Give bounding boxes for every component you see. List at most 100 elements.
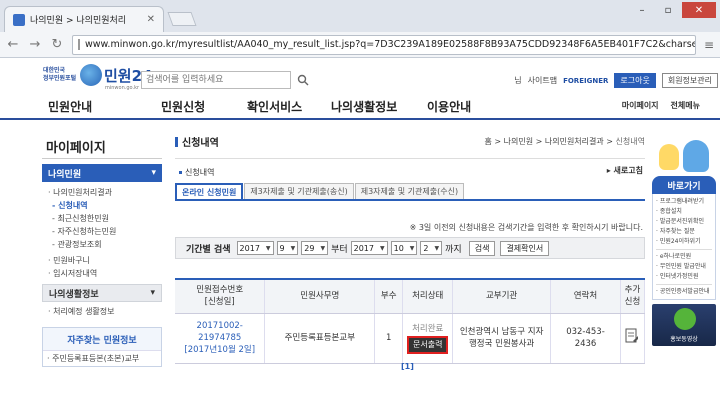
search-icon <box>297 74 309 86</box>
gnb-item-lifeinfo[interactable]: 나의생활정보 <box>331 98 397 115</box>
title-divider <box>175 158 645 159</box>
quick-item[interactable]: · 무인민원 발급안내 <box>656 262 712 272</box>
from-month-select[interactable]: 9 ▼ <box>276 241 299 255</box>
header-links: 님 사이트맵 FOREIGNER 로그아웃 회원정보관리 <box>514 73 718 88</box>
right-quick-menu: 바로가기 · 프로그램내려받기 · 종합설치 · 발급문서진위확인 · 자주찾는… <box>652 138 716 346</box>
quick-item[interactable]: · e하나로민원 <box>656 252 712 262</box>
sidebar-title: 마이페이지 <box>42 131 162 159</box>
from-day-select[interactable]: 29 ▼ <box>301 241 329 255</box>
new-tab-button[interactable] <box>167 12 197 26</box>
mascot-image <box>655 138 713 176</box>
sidebar-sub-results[interactable]: · 나의민원처리결과 <box>48 186 162 199</box>
breadcrumb-my[interactable]: 나의민원 <box>504 137 533 146</box>
cell-number[interactable]: 20171002- 21974785 [2017년10월 2일] <box>175 313 266 364</box>
pagination-page-1[interactable]: [1] <box>401 362 414 371</box>
to-month-select[interactable]: 10 ▼ <box>390 241 418 255</box>
sidebar-sub-tour[interactable]: - 관광정보조회 <box>48 238 162 251</box>
minimize-icon[interactable]: – <box>630 2 654 18</box>
cell-extra[interactable] <box>620 313 646 364</box>
logout-button[interactable]: 로그아웃 <box>614 73 656 88</box>
from-year-select[interactable]: 2017 ▼ <box>236 241 274 255</box>
sidebar-item-lifeinfo[interactable]: 나의생활정보 ▾ <box>42 284 162 302</box>
frequent-info-box: 자주찾는 민원정보 · 주민등록표등본(초본)교부 <box>42 327 162 367</box>
tab-list: 온라인 신청민원 제3자제출 및 기관제출(송신) 제3자제출 및 기관제출(수… <box>175 183 465 199</box>
sidebar-item-label: 나의민원 <box>48 169 82 180</box>
col-header-count: 부수 <box>374 278 404 314</box>
gnb-item-guide[interactable]: 민원안내 <box>48 98 92 115</box>
maximize-icon[interactable]: ▫ <box>656 2 680 18</box>
window-controls: – ▫ ✕ <box>630 2 716 18</box>
col-header-name: 민원사무명 <box>264 278 376 314</box>
breadcrumb-home[interactable]: 홈 <box>484 137 491 146</box>
sidebar-sub-history[interactable]: - 신청내역 <box>48 199 162 212</box>
to-year-select[interactable]: 2017 ▼ <box>350 241 388 255</box>
sidebar-sub-temp[interactable]: · 임시저장내역 <box>48 267 162 280</box>
sitemap-link[interactable]: 사이트맵 <box>528 75 557 86</box>
mascot-left <box>659 144 679 170</box>
sidebar-sub-frequent[interactable]: - 자주신청하는민원 <box>48 225 162 238</box>
tab-close-icon[interactable]: ✕ <box>147 14 155 25</box>
back-arrow-icon[interactable]: ← <box>6 37 20 52</box>
cell-contact: 032-453- 2436 <box>550 313 621 364</box>
to-day-select[interactable]: 2 ▼ <box>420 241 443 255</box>
section-title: 신청내역 <box>179 167 214 178</box>
cell-status: 처리완료 문서출력 <box>402 313 454 364</box>
payment-confirm-button[interactable]: 결제확인서 <box>500 240 550 256</box>
gnb-utility: 마이페이지 전체메뉴 <box>622 100 700 111</box>
site-search-button[interactable] <box>293 71 313 89</box>
chevron-down-icon: ▼ <box>434 244 440 252</box>
gnb-item-apply[interactable]: 민원신청 <box>161 98 205 115</box>
breadcrumb-results[interactable]: 나의민원처리결과 <box>545 137 604 146</box>
sidebar-item-my-minwon[interactable]: 나의민원 ▾ <box>42 164 162 182</box>
search-button[interactable]: 검색 <box>468 240 496 256</box>
title-bar-icon <box>175 136 178 147</box>
sidebar-sub-basket[interactable]: · 민원바구니 <box>48 254 162 267</box>
gnb-item-help[interactable]: 이용안내 <box>427 98 471 115</box>
tab-sent[interactable]: 제3자제출 및 기관제출(송신) <box>244 183 354 199</box>
promo-mascot-icon <box>674 308 696 330</box>
mypage-link[interactable]: 마이페이지 <box>622 100 659 111</box>
member-info-button[interactable]: 회원정보관리 <box>661 73 718 88</box>
gnb-item-confirm[interactable]: 확인서비스 <box>247 98 302 115</box>
reload-icon[interactable]: ↻ <box>50 37 64 52</box>
section-title-text: 신청내역 <box>185 168 215 177</box>
cell-count: 1 <box>374 313 404 364</box>
mascot-right <box>683 140 709 172</box>
site-search-input[interactable] <box>141 71 291 89</box>
tab-received[interactable]: 제3자제출 및 기관제출(수신) <box>354 183 465 199</box>
promo-video-banner[interactable]: 홍보동영상 <box>652 304 716 346</box>
global-navigation: 민원안내 민원신청 확인서비스 나의생활정보 이용안내 마이페이지 전체메뉴 <box>0 94 720 120</box>
frequent-info-item[interactable]: · 주민등록표등본(초본)교부 <box>43 350 161 366</box>
status-text: 처리완료 <box>412 323 444 334</box>
forward-arrow-icon[interactable]: → <box>28 37 42 52</box>
refresh-link[interactable]: ▸ 새로고침 <box>607 165 643 176</box>
all-menu-link[interactable]: 전체메뉴 <box>671 100 700 111</box>
browser-tabbar: 나의민원 > 나의민원처리 ✕ – ▫ ✕ <box>0 0 720 34</box>
filter-label: 기간별 검색 <box>186 244 231 255</box>
address-bar[interactable]: www.minwon.go.kr/myresultlist/AA040_my_r… <box>72 34 696 55</box>
quick-item[interactable]: · 자주찾는 질문 <box>656 227 712 237</box>
document-edit-icon[interactable] <box>625 328 639 344</box>
sidebar-sub-schedule[interactable]: · 처리예정 생활정보 <box>42 302 162 317</box>
application-number-link[interactable]: 20171002- 21974785 [2017년10월 2일] <box>184 321 255 355</box>
browser-menu-icon[interactable]: ≡ <box>704 38 714 52</box>
sidebar-item-label: 나의생활정보 <box>49 289 99 300</box>
col-header-status: 처리상태 <box>402 278 454 314</box>
left-sidebar: 마이페이지 나의민원 ▾ · 나의민원처리결과 - 신청내역 - 최근신청한민원… <box>42 131 162 367</box>
tab-online[interactable]: 온라인 신청민원 <box>175 183 244 199</box>
window-close-icon[interactable]: ✕ <box>682 2 716 18</box>
quick-item[interactable]: · 민원24이하위기 <box>656 237 712 247</box>
quick-item[interactable]: · 종합설치 <box>656 207 712 217</box>
sidebar-sub-recent[interactable]: - 최근신청한민원 <box>48 212 162 225</box>
print-document-button[interactable]: 문서출력 <box>406 335 449 354</box>
url-text: www.minwon.go.kr/myresultlist/AA040_my_r… <box>85 39 696 50</box>
quick-item[interactable]: · 인터넷가정민원 <box>656 272 712 282</box>
quick-item[interactable]: · 발급문서진위확인 <box>656 217 712 227</box>
table-row: 20171002- 21974785 [2017년10월 2일] 주민등록표등본교부… <box>175 313 646 364</box>
browser-tab[interactable]: 나의민원 > 나의민원처리 ✕ <box>4 6 164 32</box>
quick-item[interactable]: · 프로그램내려받기 <box>656 197 712 207</box>
logo-small-text: 대한민국 정부민원포털 <box>43 67 76 83</box>
page-title-text: 신청내역 <box>182 138 219 149</box>
foreigner-link[interactable]: FOREIGNER <box>563 77 608 85</box>
quick-item[interactable]: · 공인인증서발급안내 <box>656 287 712 297</box>
